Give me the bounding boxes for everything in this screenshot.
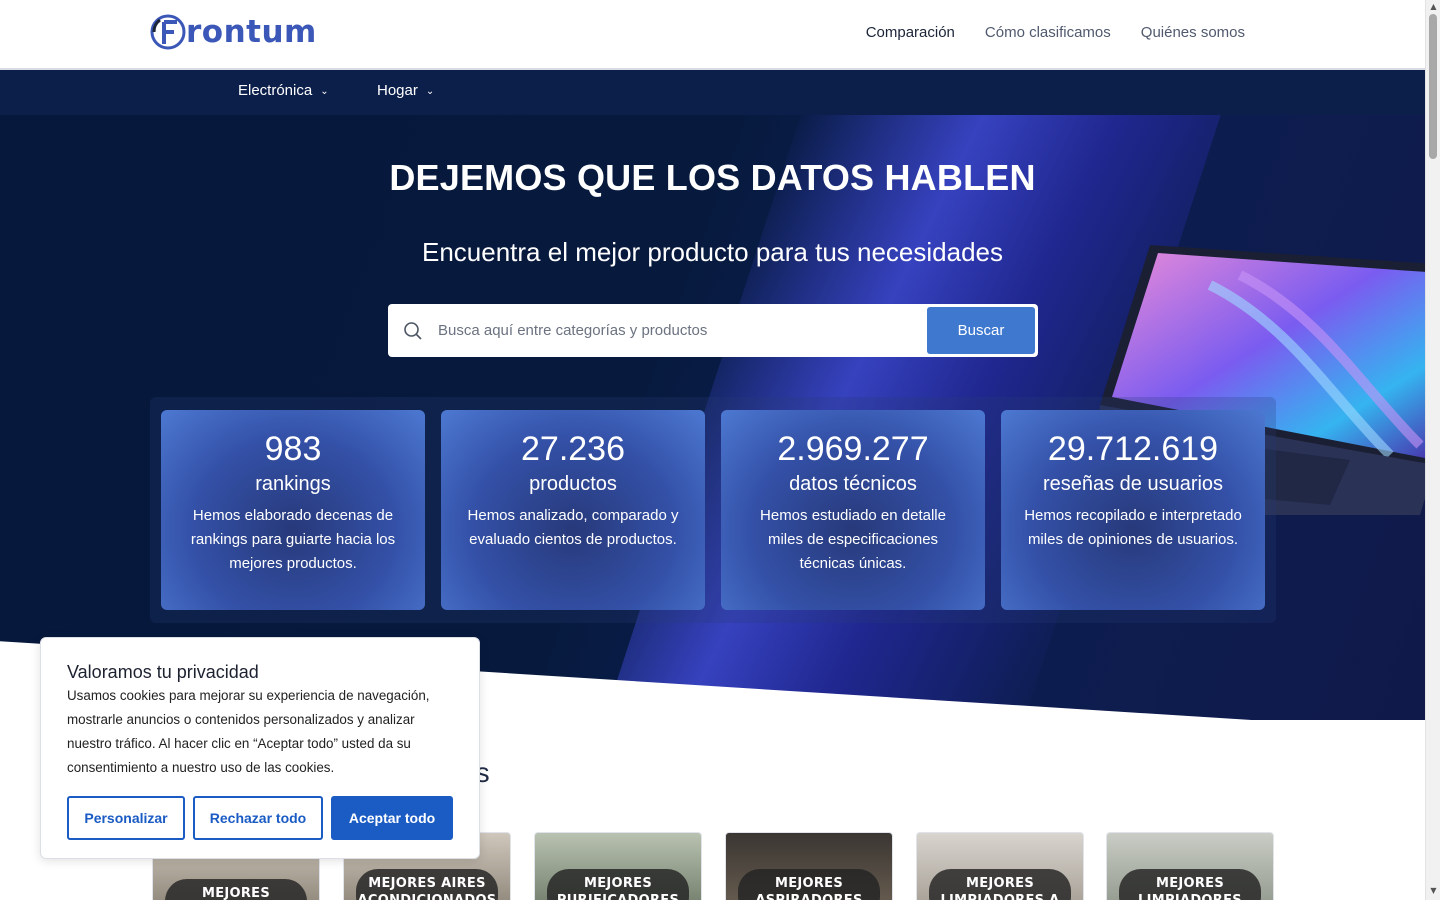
search-bar: Buscar (388, 304, 1038, 357)
stat-card-resenas: 29.712.619 reseñas de usuarios Hemos rec… (1001, 410, 1265, 610)
search-input[interactable] (438, 310, 927, 351)
search-icon (388, 321, 438, 341)
cookie-consent-dialog: Valoramos tu privacidad Usamos cookies p… (40, 637, 480, 859)
stat-label: datos técnicos (789, 473, 917, 495)
nav-como-clasificamos[interactable]: Cómo clasificamos (985, 24, 1111, 41)
category-hogar[interactable]: Hogar ⌄ (377, 82, 434, 99)
stats-panel: 983 rankings Hemos elaborado decenas de … (150, 397, 1276, 623)
chevron-down-icon: ⌄ (320, 86, 329, 97)
cookie-text: Usamos cookies para mejorar su experienc… (67, 688, 430, 775)
category-bar: Electrónica ⌄ Hogar ⌄ (0, 70, 1425, 115)
stat-number: 29.712.619 (1047, 430, 1219, 468)
category-card[interactable]: MEJORES ASPIRADORES (725, 832, 893, 900)
hero-subtitle: Encuentra el mejor producto para tus nec… (421, 237, 1003, 267)
stat-number: 2.969.277 (777, 430, 929, 468)
stat-description: Hemos elaborado decenas de rankings para… (190, 507, 396, 572)
customize-button[interactable]: Personalizar (67, 796, 185, 840)
category-card-label: MEJORES AIRES ACONDICIONADOS (356, 869, 498, 900)
cookie-title: Valoramos tu privacidad (67, 662, 259, 682)
logo[interactable]: rontum (150, 14, 317, 50)
site-header: rontum Comparación Cómo clasificamos Qui… (0, 0, 1425, 70)
stat-number: 983 (264, 430, 322, 468)
scrollbar-thumb[interactable] (1429, 14, 1437, 159)
category-card-label: MEJORES PURIFICADORES (547, 869, 689, 900)
reject-all-button[interactable]: Rechazar todo (193, 796, 323, 840)
scroll-down-icon[interactable]: ▼ (1429, 886, 1438, 895)
chevron-down-icon: ⌄ (425, 86, 435, 97)
category-card[interactable]: MEJORES LIMPIADORES A (916, 832, 1084, 900)
stat-label: productos (529, 473, 617, 495)
accept-all-button[interactable]: Aceptar todo (331, 796, 453, 840)
category-card-label: MEJORES ASPIRADORES (738, 869, 880, 900)
scroll-up-icon[interactable]: ▲ (1429, 2, 1438, 11)
stat-label: reseñas de usuarios (1042, 473, 1224, 495)
logo-text: rontum (186, 14, 317, 50)
hero-title: DEJEMOS QUE LOS DATOS HABLEN (389, 157, 1036, 198)
hero: DEJEMOS QUE LOS DATOS HABLEN Encuentra e… (0, 115, 1425, 720)
nav-comparacion[interactable]: Comparación (866, 24, 955, 41)
logo-icon (150, 14, 186, 50)
category-card[interactable]: MEJORES LIMPIADORES (1106, 832, 1274, 900)
stat-number: 27.236 (521, 430, 625, 468)
category-label: Electrónica (238, 82, 313, 99)
category-electronica[interactable]: Electrónica ⌄ (238, 82, 329, 99)
category-card[interactable]: MEJORES PURIFICADORES (534, 832, 702, 900)
category-card-label: MEJORES (165, 879, 307, 900)
search-button[interactable]: Buscar (927, 307, 1035, 354)
category-card-label: MEJORES LIMPIADORES A (929, 869, 1071, 900)
nav-quienes-somos[interactable]: Quiénes somos (1141, 24, 1245, 41)
stat-card-productos: 27.236 productos Hemos analizado, compar… (441, 410, 705, 610)
stat-description: Hemos recopilado e interpretado miles de… (1024, 507, 1242, 548)
stat-description: Hemos analizado, comparado y evaluado ci… (467, 507, 679, 548)
stat-card-datos-tecnicos: 2.969.277 datos técnicos Hemos estudiado… (721, 410, 985, 610)
category-label: Hogar (377, 82, 418, 99)
category-card-label: MEJORES LIMPIADORES (1119, 869, 1261, 900)
stat-label: rankings (255, 473, 331, 495)
stat-description: Hemos estudiado en detalle miles de espe… (760, 507, 946, 572)
stat-card-rankings: 983 rankings Hemos elaborado decenas de … (161, 410, 425, 610)
page-scrollbar[interactable]: ▲ ▼ (1425, 0, 1440, 900)
main-nav: Comparación Cómo clasificamos Quiénes so… (866, 24, 1245, 41)
